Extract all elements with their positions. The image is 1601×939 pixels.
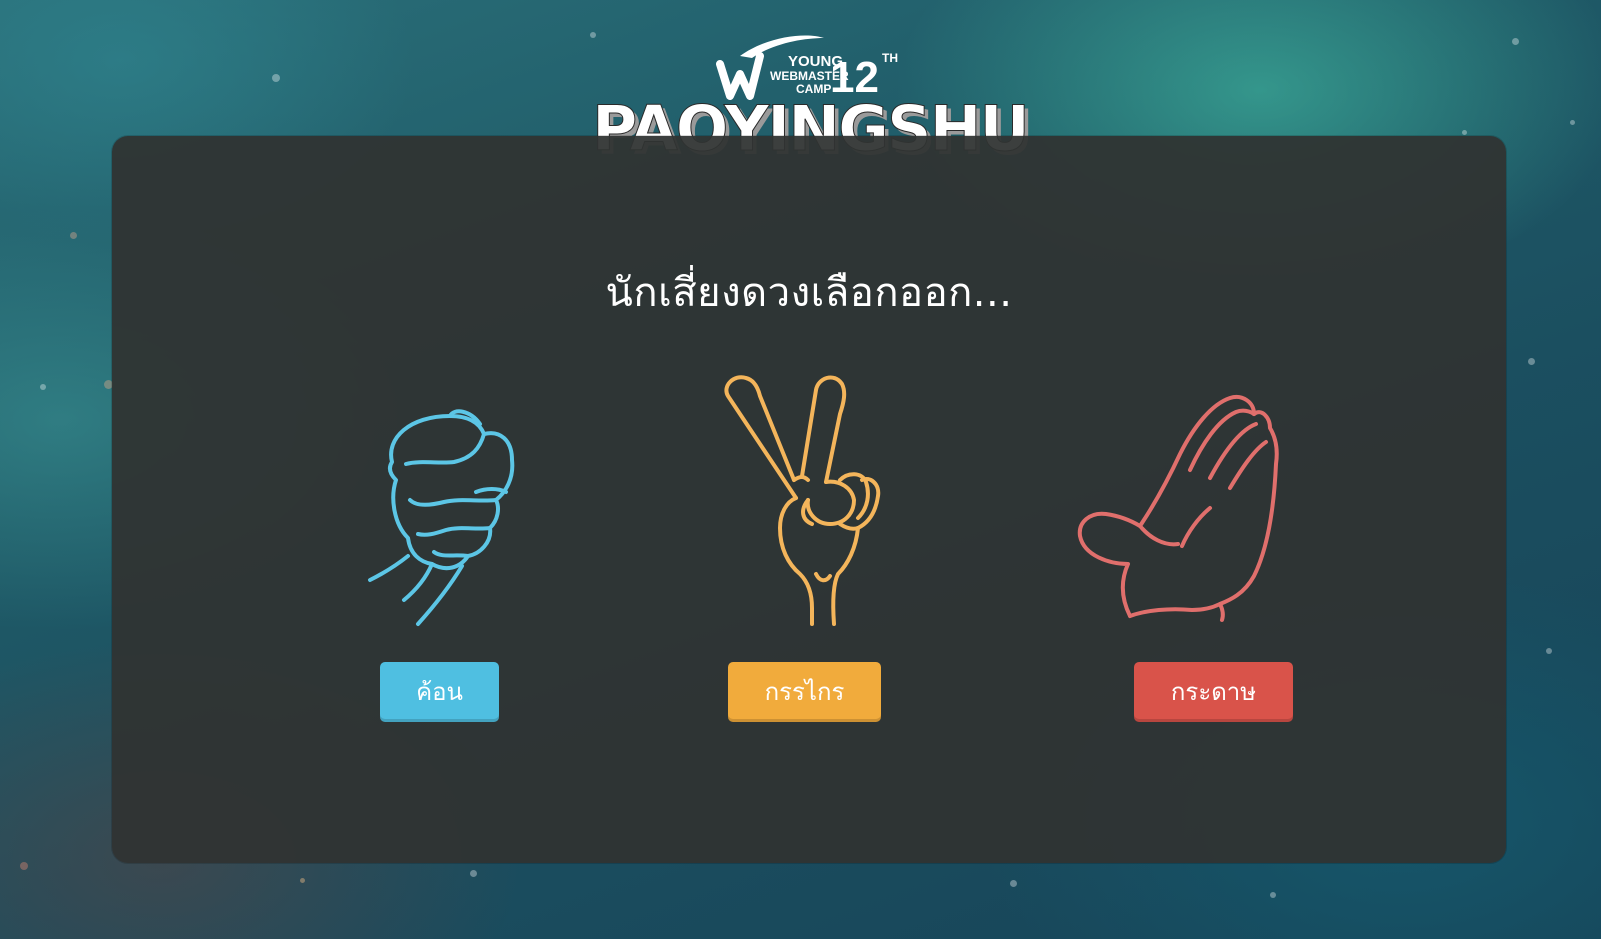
choice-paper: กระดาษ	[1070, 368, 1370, 748]
game-panel: นักเสี่ยงดวงเลือกออก... ค้อน กรรไกร กระด…	[112, 136, 1506, 863]
choice-rock: ค้อน	[330, 368, 630, 748]
victory-hand-icon	[724, 375, 881, 626]
scissors-button[interactable]: กรรไกร	[728, 662, 881, 722]
choice-scissors: กรรไกร	[708, 368, 1008, 748]
logo-edition-suffix: TH	[882, 51, 898, 65]
open-hand-icon	[1077, 395, 1279, 622]
fist-icon	[368, 409, 515, 626]
rock-button[interactable]: ค้อน	[380, 662, 499, 722]
game-headline: นักเสี่ยงดวงเลือกออก...	[605, 270, 1013, 316]
paper-button[interactable]: กระดาษ	[1134, 662, 1293, 722]
